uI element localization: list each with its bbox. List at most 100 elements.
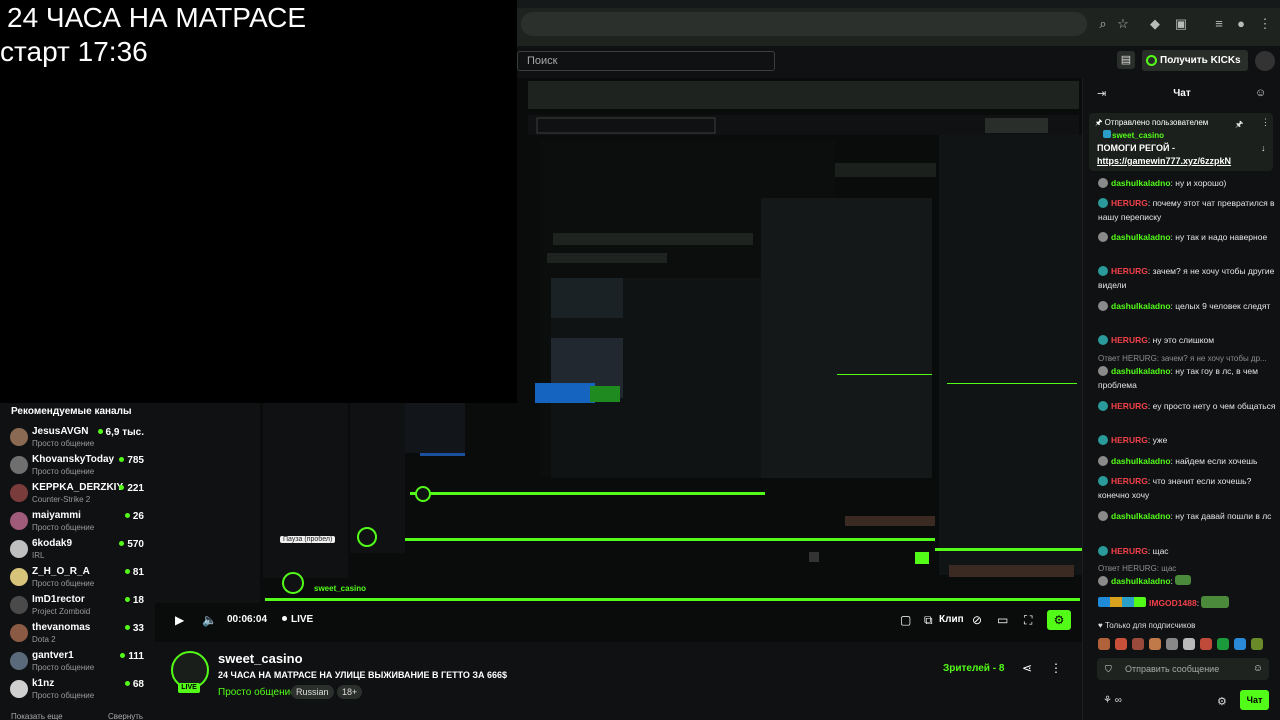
overlay-title: 24 ЧАСА НА МАТРАСЕ — [7, 2, 307, 33]
channel-item[interactable]: KEPPKA_DERZKIY Counter-Strike 2 221 — [10, 481, 150, 509]
live-indicator[interactable]: LIVE — [282, 614, 313, 625]
msg-user[interactable]: dashulkaladno — [1111, 301, 1171, 311]
reading-list-icon[interactable]: ≡ — [1211, 16, 1227, 32]
play-icon[interactable]: ▶ — [175, 613, 184, 627]
channel-category: Counter-Strike 2 — [32, 495, 91, 504]
show-more-link[interactable]: Показать еще — [11, 712, 63, 720]
emoji-icon[interactable]: ☺ — [1253, 658, 1263, 680]
channel-item[interactable]: KhovanskyToday Просто общение 785 — [10, 453, 150, 481]
channel-item[interactable]: JesusAVGN Просто общение 6,9 тыс. — [10, 425, 150, 453]
emote[interactable] — [1200, 638, 1212, 650]
pinned-menu-icon[interactable]: ⋮ — [1261, 117, 1270, 128]
channel-item[interactable]: Z_H_O_R_A Просто общение 81 — [10, 565, 150, 593]
address-bar[interactable] — [521, 12, 1087, 36]
streamer-name[interactable]: sweet_casino — [218, 651, 303, 666]
msg-user[interactable]: dashulkaladno — [1111, 576, 1171, 586]
chat-message: HERURG: ну это слишком — [1098, 334, 1276, 348]
emote[interactable] — [1217, 638, 1229, 650]
volume-icon[interactable]: 🔈 — [202, 613, 217, 627]
emote[interactable] — [1251, 638, 1263, 650]
pinned-link[interactable]: https://gamewin777.xyz/6zzpkN — [1097, 156, 1231, 166]
kicks-infinity-icon[interactable]: ⚘ ∞ — [1103, 695, 1122, 706]
badges — [1098, 597, 1146, 607]
menu-icon[interactable]: ⋮ — [1257, 16, 1273, 32]
channel-name: Z_H_O_R_A — [32, 566, 90, 577]
msg-user[interactable]: IMGOD1488 — [1149, 598, 1197, 608]
theater-mode-icon[interactable]: ▢ — [900, 613, 911, 627]
bookmark-star-icon[interactable]: ☆ — [1115, 16, 1131, 32]
channel-avatar — [10, 652, 28, 670]
get-kicks-button[interactable]: Получить KICKs — [1142, 50, 1248, 71]
fullscreen-icon[interactable]: ⛶ — [1024, 613, 1032, 628]
channel-avatar — [10, 512, 28, 530]
channel-viewers: 68 — [125, 679, 144, 690]
search-input[interactable]: ⌕ Поиск — [512, 51, 775, 71]
user-avatar[interactable] — [1255, 51, 1275, 71]
channel-category: Просто общение — [32, 579, 95, 588]
msg-user[interactable]: HERURG — [1111, 476, 1148, 486]
pip-icon[interactable]: ▭ — [997, 613, 1008, 627]
emote[interactable] — [1166, 638, 1178, 650]
clip-icon[interactable]: ⧉ — [924, 613, 933, 628]
emote[interactable] — [1098, 638, 1110, 650]
unpin-icon[interactable]: 🖈 — [1235, 117, 1243, 133]
msg-user[interactable]: dashulkaladno — [1111, 456, 1171, 466]
msg-user[interactable]: dashulkaladno — [1111, 366, 1171, 376]
msg-user[interactable]: HERURG — [1111, 435, 1148, 445]
channel-item[interactable]: k1nz Просто общение 68 — [10, 677, 150, 705]
msg-user[interactable]: HERURG — [1111, 546, 1148, 556]
stream-category[interactable]: Просто общение — [218, 687, 296, 698]
extension-icon[interactable]: ◆ — [1147, 16, 1163, 32]
msg-user[interactable]: HERURG — [1111, 266, 1148, 276]
channel-item[interactable]: thevanomas Dota 2 33 — [10, 621, 150, 649]
msg-text: ну и хорошо) — [1175, 178, 1227, 188]
emote[interactable] — [1234, 638, 1246, 650]
channel-category: Просто общение — [32, 691, 95, 700]
tag-language[interactable]: Russian — [291, 685, 334, 699]
channel-viewers: 570 — [119, 539, 144, 550]
msg-text: еу просто нету о чем общаться — [1152, 401, 1276, 411]
send-chat-button[interactable]: Чат — [1240, 690, 1269, 710]
msg-user[interactable]: HERURG — [1111, 401, 1148, 411]
zoom-icon[interactable]: ⌕ — [1095, 16, 1111, 32]
chat-input[interactable]: ⛉ Отправить сообщение ☺ — [1097, 658, 1269, 680]
channel-item[interactable]: gantver1 Просто общение 111 — [10, 649, 150, 677]
emote[interactable] — [1183, 638, 1195, 650]
chat-title: Чат — [1173, 88, 1191, 99]
cast-off-icon[interactable]: ⊘ — [972, 613, 982, 627]
channel-item[interactable]: 6kodak9 IRL 570 — [10, 537, 150, 565]
emote[interactable] — [1132, 638, 1144, 650]
channel-viewers: 33 — [125, 623, 144, 634]
clip-button-label[interactable]: Клип — [939, 614, 964, 625]
tag-age[interactable]: 18+ — [337, 685, 363, 699]
channel-item[interactable]: maiyammi Просто общение 26 — [10, 509, 150, 537]
expand-pinned-icon[interactable]: ↓ — [1261, 143, 1266, 153]
puzzle-icon[interactable]: ▣ — [1173, 16, 1189, 32]
msg-user[interactable]: dashulkaladno — [1111, 178, 1171, 188]
channel-avatar — [10, 456, 28, 474]
channel-category: Просто общение — [32, 663, 95, 672]
chat-users-icon[interactable]: ☺ — [1255, 87, 1266, 99]
chat-settings-icon[interactable]: ⚙ — [1217, 695, 1227, 708]
channel-viewers: 221 — [119, 483, 144, 494]
share-icon[interactable]: ⋖ — [1022, 661, 1032, 675]
more-options-icon[interactable]: ⋮ — [1050, 661, 1062, 675]
emote[interactable] — [1115, 638, 1127, 650]
reply-context[interactable]: Ответ HERURG: зачем? я не хочу чтобы др.… — [1098, 354, 1267, 363]
dashboard-icon[interactable]: ▤ — [1117, 51, 1135, 69]
settings-gear-icon[interactable]: ⚙ — [1047, 610, 1071, 630]
msg-user[interactable]: HERURG — [1111, 335, 1148, 345]
channel-avatar — [10, 596, 28, 614]
reply-context[interactable]: Ответ HERURG: щас — [1098, 564, 1176, 573]
msg-user[interactable]: dashulkaladno — [1111, 232, 1171, 242]
channel-item[interactable]: ImD1rector Project Zomboid 18 — [10, 593, 150, 621]
msg-user[interactable]: dashulkaladno — [1111, 511, 1171, 521]
msg-user[interactable]: HERURG — [1111, 198, 1148, 208]
channel-avatar — [10, 568, 28, 586]
profile-icon[interactable]: ● — [1233, 16, 1249, 32]
subscribers-only-label: ♥ Только для подписчиков — [1098, 621, 1196, 630]
pinned-username[interactable]: sweet_casino — [1112, 131, 1164, 140]
channel-name: JesusAVGN — [32, 426, 89, 437]
collapse-link[interactable]: Свернуть — [108, 712, 143, 720]
emote[interactable] — [1149, 638, 1161, 650]
